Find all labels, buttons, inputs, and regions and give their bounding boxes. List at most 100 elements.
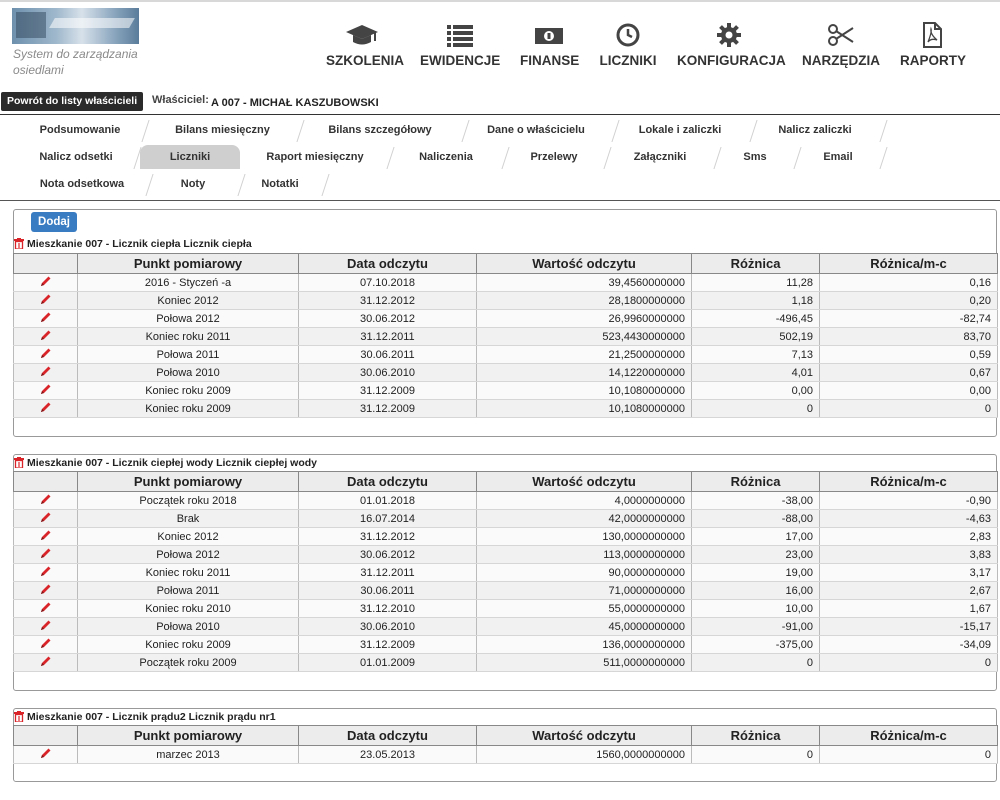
- tab-liczniki[interactable]: Liczniki: [140, 145, 240, 169]
- nav-liczniki[interactable]: LICZNIKI: [598, 22, 658, 76]
- column-header[interactable]: Data odczytu: [298, 471, 477, 492]
- table-row: marzec 2013 23.05.2013 1560,0000000000 0 0: [13, 745, 998, 764]
- tab-raport-miesieczny[interactable]: Raport miesięczny: [245, 145, 385, 169]
- back-to-owners-button[interactable]: Powrót do listy właścicieli: [1, 92, 144, 111]
- tab-sms[interactable]: Sms: [718, 145, 792, 169]
- readings-table: Punkt pomiarowy Data odczytu Wartość odczy…: [13, 725, 998, 764]
- edit-cell: [13, 635, 78, 654]
- table-header-row: Punkt pomiarowy Data odczytu Wartość odczy…: [13, 725, 998, 746]
- tab-lokale-i-zaliczki[interactable]: Lokale i zaliczki: [612, 118, 748, 142]
- table-row: Koniec roku 2011 31.12.2011 523,4430000000…: [13, 327, 998, 346]
- tab-noty[interactable]: Noty: [150, 172, 236, 196]
- column-header[interactable]: Różnica/m-c: [819, 471, 998, 492]
- edit-pencil-icon[interactable]: [40, 602, 52, 616]
- nav-finanse[interactable]: FINANSE: [520, 22, 579, 76]
- column-header[interactable]: Różnica: [691, 253, 820, 274]
- column-header[interactable]: Punkt pomiarowy: [77, 471, 299, 492]
- edit-cell: [13, 399, 78, 418]
- tab-nota-odsetkowa[interactable]: Nota odsetkowa: [20, 172, 144, 196]
- edit-pencil-icon[interactable]: [40, 384, 52, 398]
- reading-value-cell: 136,0000000000: [476, 635, 692, 654]
- column-header[interactable]: Wartość odczytu: [476, 471, 692, 492]
- edit-pencil-icon[interactable]: [40, 276, 52, 290]
- table-row: Koniec roku 2009 31.12.2009 10,1080000000 0…: [13, 399, 998, 418]
- reading-value-cell: 28,1800000000: [476, 291, 692, 310]
- edit-pencil-icon[interactable]: [40, 366, 52, 380]
- column-header[interactable]: Wartość odczytu: [476, 725, 692, 746]
- difference-cell: -496,45: [691, 309, 820, 328]
- column-header[interactable]: Różnica/m-c: [819, 725, 998, 746]
- reading-value-cell: 39,4560000000: [476, 273, 692, 292]
- tab-naliczenia[interactable]: Naliczenia: [392, 145, 500, 169]
- column-header[interactable]: Data odczytu: [298, 725, 477, 746]
- reading-value-cell: 71,0000000000: [476, 581, 692, 600]
- trash-icon[interactable]: [14, 457, 24, 471]
- tab-przelewy[interactable]: Przelewy: [506, 145, 602, 169]
- nav-szkolenia[interactable]: SZKOLENIA: [326, 22, 404, 76]
- edit-pencil-icon[interactable]: [40, 530, 52, 544]
- difference-per-month-cell: -15,17: [819, 617, 998, 636]
- measurement-point-cell: Połowa 2011: [77, 345, 299, 364]
- measurement-point-cell: Połowa 2012: [77, 545, 299, 564]
- measurement-point-cell: Koniec roku 2011: [77, 563, 299, 582]
- column-header[interactable]: Różnica/m-c: [819, 253, 998, 274]
- column-header[interactable]: Wartość odczytu: [476, 253, 692, 274]
- tab-nalicz-odsetki[interactable]: Nalicz odsetki: [20, 145, 132, 169]
- edit-pencil-icon[interactable]: [40, 294, 52, 308]
- app-logo[interactable]: [12, 8, 139, 44]
- tab-bilans-miesieczny[interactable]: Bilans miesięczny: [150, 118, 295, 142]
- reading-date-cell: 30.06.2010: [298, 617, 477, 636]
- reading-value-cell: 523,4430000000: [476, 327, 692, 346]
- tab-podsumowanie[interactable]: Podsumowanie: [20, 118, 140, 142]
- tab-dane-o-wlascicielu[interactable]: Dane o właścicielu: [462, 118, 610, 142]
- column-header[interactable]: Punkt pomiarowy: [77, 253, 299, 274]
- table-row: Początek roku 2018 01.01.2018 4,0000000000…: [13, 491, 998, 510]
- readings-table: Punkt pomiarowy Data odczytu Wartość odczy…: [13, 253, 998, 418]
- measurement-point-cell: 2016 - Styczeń -a: [77, 273, 299, 292]
- add-button[interactable]: Dodaj: [31, 212, 77, 232]
- nav-label: RAPORTY: [900, 53, 967, 68]
- edit-pencil-icon[interactable]: [40, 656, 52, 670]
- tab-notatki[interactable]: Notatki: [240, 172, 320, 196]
- edit-pencil-icon[interactable]: [40, 512, 52, 526]
- trash-icon[interactable]: [14, 238, 24, 252]
- nav-narzedzia[interactable]: NARZĘDZIA: [802, 22, 880, 76]
- tab-bilans-szczegolowy[interactable]: Bilans szczegółowy: [300, 118, 460, 142]
- tab-nalicz-zaliczki[interactable]: Nalicz zaliczki: [752, 118, 878, 142]
- difference-cell: -375,00: [691, 635, 820, 654]
- difference-per-month-cell: 0: [819, 745, 998, 764]
- edit-pencil-icon[interactable]: [40, 548, 52, 562]
- edit-column-header: [13, 471, 78, 492]
- section-title: Mieszkanie 007 - Licznik ciepła Licznik …: [14, 238, 252, 252]
- edit-pencil-icon[interactable]: [40, 312, 52, 326]
- nav-ewidencje[interactable]: EWIDENCJE: [420, 22, 500, 76]
- tab-email[interactable]: Email: [798, 145, 878, 169]
- edit-pencil-icon[interactable]: [40, 638, 52, 652]
- edit-pencil-icon[interactable]: [40, 494, 52, 508]
- nav-raporty[interactable]: RAPORTY: [900, 22, 967, 76]
- owner-bar: Powrót do listy właścicieli Właściciel: …: [0, 91, 1000, 115]
- edit-pencil-icon[interactable]: [40, 584, 52, 598]
- difference-cell: 10,00: [691, 599, 820, 618]
- edit-pencil-icon[interactable]: [40, 748, 52, 762]
- edit-cell: [13, 653, 78, 672]
- column-header[interactable]: Różnica: [691, 725, 820, 746]
- edit-pencil-icon[interactable]: [40, 620, 52, 634]
- reading-value-cell: 42,0000000000: [476, 509, 692, 528]
- column-header[interactable]: Punkt pomiarowy: [77, 725, 299, 746]
- edit-pencil-icon[interactable]: [40, 348, 52, 362]
- nav-konfiguracja[interactable]: KONFIGURACJA: [677, 22, 786, 76]
- edit-pencil-icon[interactable]: [40, 330, 52, 344]
- table-row: Połowa 2012 30.06.2012 113,0000000000 23,00…: [13, 545, 998, 564]
- reading-date-cell: 23.05.2013: [298, 745, 477, 764]
- tab-zalaczniki[interactable]: Załączniki: [608, 145, 712, 169]
- trash-icon[interactable]: [14, 711, 24, 725]
- table-row: Połowa 2010 30.06.2010 45,0000000000 -91,00…: [13, 617, 998, 636]
- edit-pencil-icon[interactable]: [40, 402, 52, 416]
- column-header[interactable]: Różnica: [691, 471, 820, 492]
- readings-table: Punkt pomiarowy Data odczytu Wartość odczy…: [13, 471, 998, 672]
- section-title-text: Mieszkanie 007 - Licznik prądu2 Licznik …: [27, 711, 276, 723]
- column-header[interactable]: Data odczytu: [298, 253, 477, 274]
- edit-pencil-icon[interactable]: [40, 566, 52, 580]
- difference-per-month-cell: 0,00: [819, 381, 998, 400]
